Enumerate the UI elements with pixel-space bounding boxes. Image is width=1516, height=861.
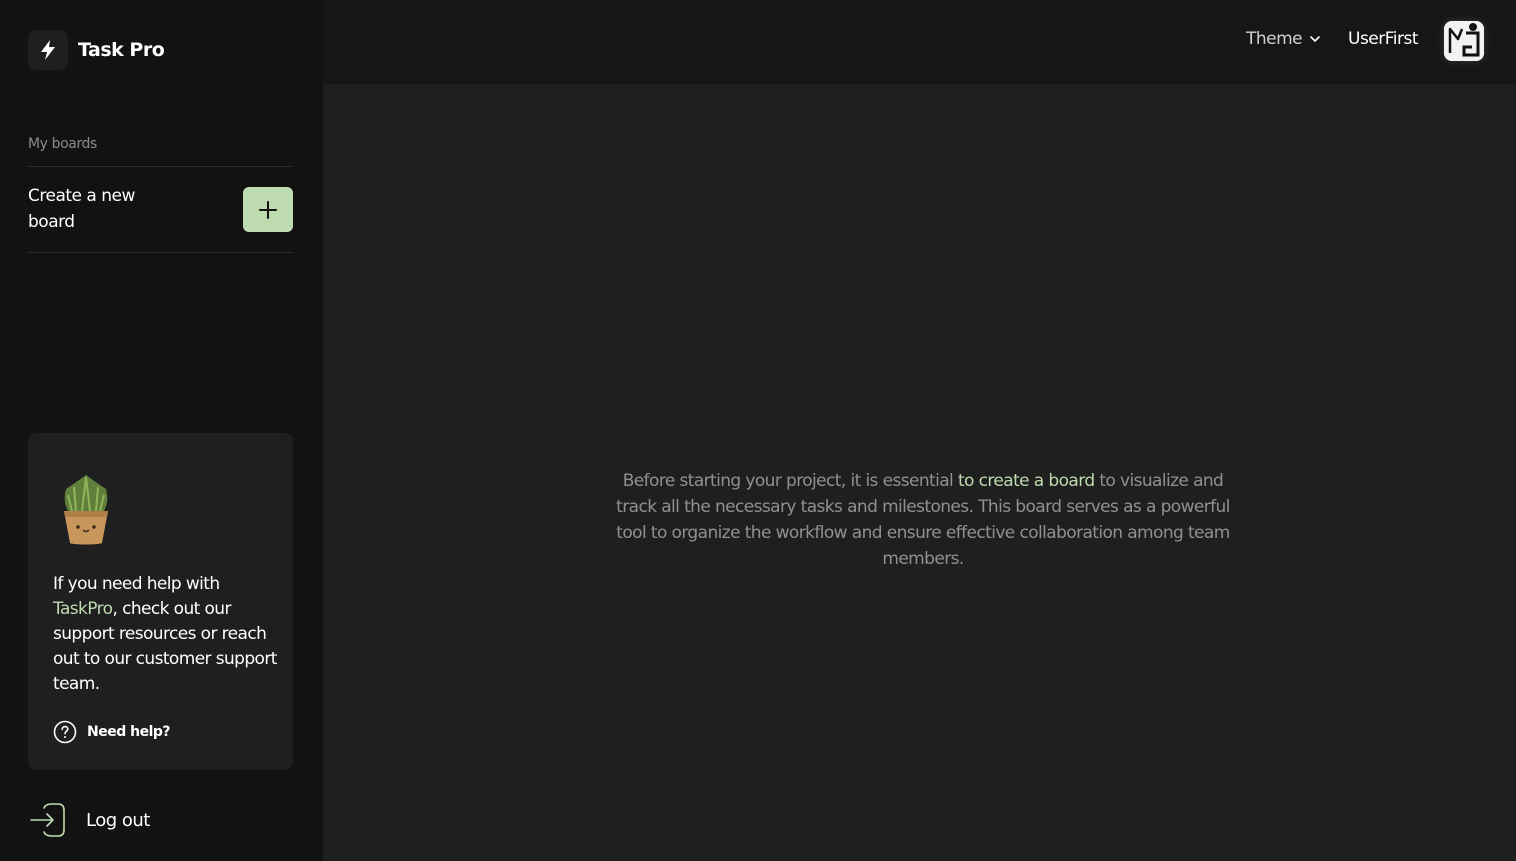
lightning-icon xyxy=(28,30,68,70)
my-boards-label: My boards xyxy=(28,136,97,152)
need-help-label: Need help? xyxy=(87,724,171,740)
logout-button[interactable]: Log out xyxy=(28,800,150,840)
question-circle-icon xyxy=(53,720,77,744)
empty-board-message: Before starting your project, it is esse… xyxy=(613,468,1233,572)
sidebar: Task Pro My boards Create a new board If… xyxy=(0,0,323,861)
help-text-brand: TaskPro xyxy=(53,599,113,619)
theme-dropdown[interactable]: Theme xyxy=(1246,29,1322,49)
sidebar-divider-bottom xyxy=(28,252,293,253)
plus-icon xyxy=(259,200,277,219)
help-text-start: If you need help with xyxy=(53,574,220,594)
theme-label: Theme xyxy=(1246,29,1303,49)
create-board-link[interactable]: to create a board xyxy=(958,471,1095,491)
user-avatar[interactable] xyxy=(1444,21,1484,61)
need-help-button[interactable]: Need help? xyxy=(53,720,171,744)
brand-title: Task Pro xyxy=(78,39,165,61)
logout-label: Log out xyxy=(86,809,150,831)
avatar-user-icon xyxy=(1444,21,1484,61)
create-board-label: Create a new board xyxy=(28,186,135,232)
chevron-down-icon xyxy=(1310,36,1320,42)
login-arrow-icon xyxy=(30,803,65,837)
app-root: Task Pro My boards Create a new board If… xyxy=(0,0,1516,861)
main-content: Before starting your project, it is esse… xyxy=(323,84,1516,861)
top-header: Theme UserFirst xyxy=(323,0,1516,84)
cactus-icon xyxy=(64,475,108,545)
user-name: UserFirst xyxy=(1348,29,1419,49)
brand-logo[interactable]: Task Pro xyxy=(28,30,165,70)
sidebar-divider-top xyxy=(28,166,293,167)
create-board-button[interactable] xyxy=(243,187,293,232)
help-text: If you need help with TaskPro, check out… xyxy=(53,572,278,697)
help-card: If you need help with TaskPro, check out… xyxy=(28,433,293,770)
message-start: Before starting your project, it is esse… xyxy=(622,471,958,491)
